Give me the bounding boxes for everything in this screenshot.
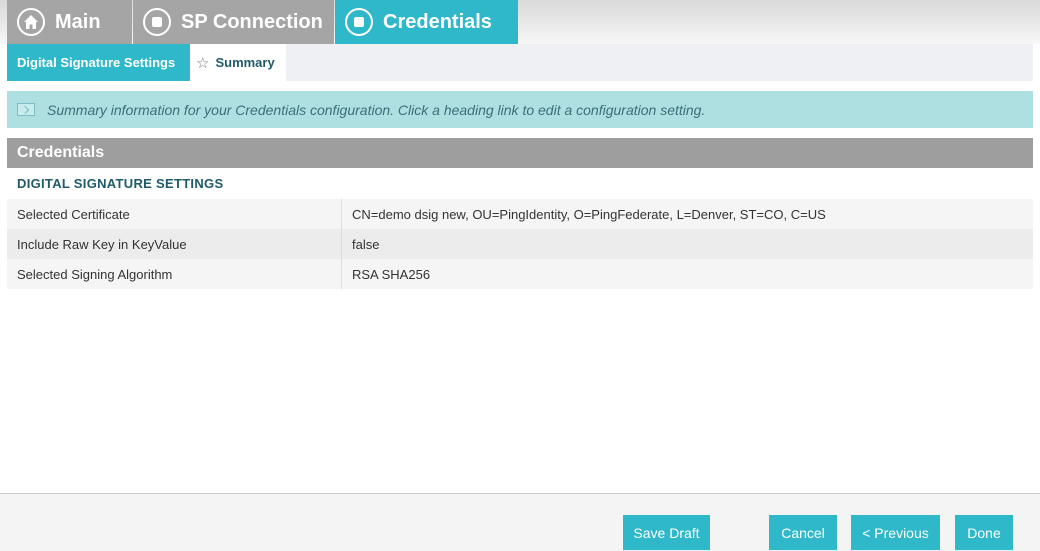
tab-sp-connection-label: SP Connection	[181, 10, 323, 33]
tab-credentials-label: Credentials	[383, 10, 492, 33]
cancel-button[interactable]: Cancel	[769, 515, 837, 550]
subtab-label: Digital Signature Settings	[17, 55, 176, 70]
footer-bar: Save Draft Cancel < Previous Done	[0, 493, 1040, 551]
previous-button[interactable]: < Previous	[851, 515, 940, 550]
summary-table: Selected Certificate CN=demo dsig new, O…	[7, 199, 1033, 289]
subheading-text: DIGITAL SIGNATURE SETTINGS	[17, 176, 224, 191]
info-arrow-icon	[17, 103, 35, 116]
subtab-summary[interactable]: ☆ Summary	[190, 44, 286, 81]
row-value: false	[352, 236, 380, 252]
save-draft-button[interactable]: Save Draft	[623, 515, 710, 550]
table-row: Include Raw Key in KeyValue false	[7, 229, 1033, 259]
tab-main-label: Main	[55, 10, 101, 33]
info-banner: Summary information for your Credentials…	[7, 91, 1033, 128]
done-button[interactable]: Done	[955, 515, 1013, 550]
table-row: Selected Signing Algorithm RSA SHA256	[7, 259, 1033, 289]
section-title: Credentials	[7, 138, 1033, 168]
subtab-digital-signature-settings[interactable]: Digital Signature Settings	[7, 44, 190, 81]
section-title-text: Credentials	[17, 144, 105, 161]
star-icon: ☆	[196, 54, 210, 72]
row-label: Include Raw Key in KeyValue	[7, 229, 342, 259]
stop-icon	[143, 8, 171, 36]
row-label: Selected Signing Algorithm	[7, 259, 342, 289]
subtab-bar: Digital Signature Settings ☆ Summary	[7, 44, 1033, 81]
banner-text: Summary information for your Credentials…	[47, 101, 706, 118]
home-icon	[17, 8, 45, 36]
row-value: RSA SHA256	[352, 266, 431, 282]
row-label: Selected Certificate	[7, 199, 342, 229]
table-row: Selected Certificate CN=demo dsig new, O…	[7, 199, 1033, 229]
stop-icon	[345, 8, 373, 36]
heading-link-digital-signature-settings[interactable]: DIGITAL SIGNATURE SETTINGS	[7, 168, 1033, 199]
top-navigation: Main SP Connection Credentials	[0, 0, 1040, 44]
tab-main[interactable]: Main	[7, 0, 132, 44]
tab-sp-connection[interactable]: SP Connection	[133, 0, 334, 44]
tab-credentials[interactable]: Credentials	[335, 0, 518, 44]
subtab-label: Summary	[215, 55, 275, 70]
row-value: CN=demo dsig new, OU=PingIdentity, O=Pin…	[352, 206, 826, 222]
